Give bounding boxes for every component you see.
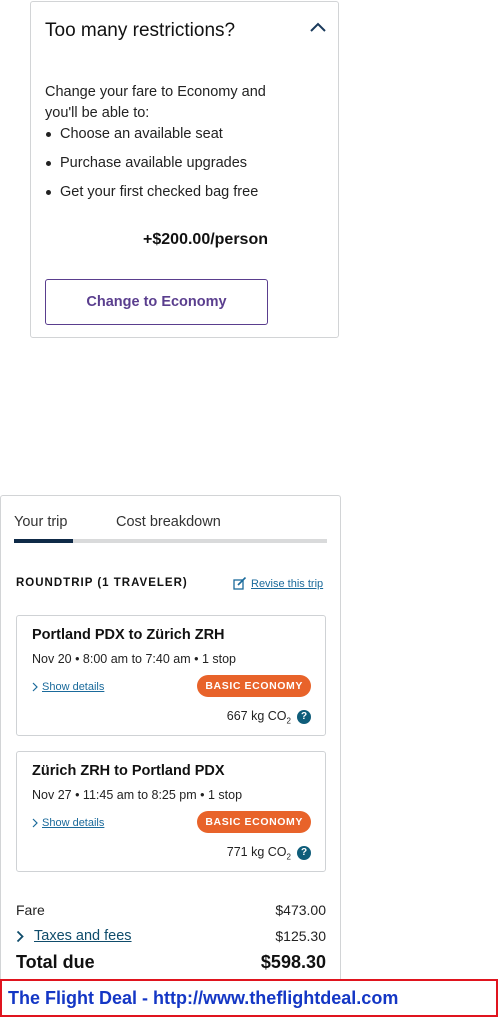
edit-icon — [233, 577, 247, 590]
co2-value: 771 kg CO2 — [226, 845, 291, 862]
chevron-right-icon — [32, 682, 38, 692]
show-details-label: Show details — [42, 681, 105, 693]
upsell-card: Too many restrictions? Change your fare … — [30, 1, 339, 338]
total-value: $598.30 — [260, 952, 326, 972]
benefit-text: Choose an available seat — [60, 126, 223, 142]
total-label: Total due — [16, 952, 95, 972]
fare-class-badge: BASIC ECONOMY — [197, 675, 311, 697]
fare-label: Fare — [16, 902, 45, 918]
flight-route: Zürich ZRH to Portland PDX — [32, 763, 225, 779]
co2-emissions: 771 kg CO2 ? — [227, 845, 311, 862]
taxes-value: $125.30 — [275, 928, 326, 944]
co2-value: 667 kg CO2 — [226, 709, 291, 726]
flight-route: Portland PDX to Zürich ZRH — [32, 627, 225, 643]
show-details-link[interactable]: Show details — [32, 817, 104, 829]
tab-cost-breakdown[interactable]: Cost breakdown — [116, 514, 221, 530]
benefit-text: Purchase available upgrades — [60, 155, 248, 171]
co2-emissions: 667 kg CO2 ? — [227, 709, 311, 726]
benefit-text: Get your first checked bag free — [60, 184, 259, 200]
taxes-label: Taxes and fees — [34, 928, 132, 944]
bullet-icon — [46, 190, 51, 195]
fare-value: $473.00 — [275, 902, 326, 918]
total-row: Total due $598.30 — [16, 952, 326, 973]
fare-row: Fare $473.00 — [16, 902, 326, 918]
upsell-title: Too many restrictions? — [45, 20, 236, 41]
show-details-label: Show details — [42, 817, 105, 829]
benefit-item: Choose an available seat — [45, 124, 258, 153]
flight-card-return: Zürich ZRH to Portland PDX Nov 27 • 11:4… — [16, 751, 326, 872]
flight-times: Nov 27 • 11:45 am to 8:25 pm • 1 stop — [32, 788, 243, 802]
flight-card-outbound: Portland PDX to Zürich ZRH Nov 20 • 8:00… — [16, 615, 326, 736]
chevron-right-icon — [16, 930, 24, 942]
upgrade-price: +$200.00/person — [143, 231, 268, 248]
taxes-row: Taxes and fees $125.30 — [16, 928, 326, 944]
chevron-right-icon — [32, 818, 38, 828]
tab-your-trip[interactable]: Your trip — [14, 514, 67, 530]
trip-summary-panel: Your trip Cost breakdown ROUNDTRIP (1 TR… — [0, 495, 341, 995]
trip-type-heading: ROUNDTRIP (1 TRAVELER) — [16, 577, 188, 589]
revise-trip-link[interactable]: Revise this trip — [233, 577, 323, 590]
benefit-item: Get your first checked bag free — [45, 182, 258, 211]
active-tab-indicator — [14, 539, 73, 543]
help-icon[interactable]: ? — [297, 710, 311, 725]
upsell-intro: Change your fare to Economy and you'll b… — [45, 84, 266, 121]
watermark-banner: The Flight Deal - http://www.theflightde… — [0, 979, 498, 1017]
show-details-link[interactable]: Show details — [32, 681, 104, 693]
chevron-up-icon[interactable] — [309, 20, 327, 34]
benefit-list: Choose an available seat Purchase availa… — [45, 124, 258, 211]
change-to-economy-button[interactable]: Change to Economy — [45, 279, 268, 325]
revise-trip-label: Revise this trip — [251, 577, 324, 590]
fare-class-badge: BASIC ECONOMY — [197, 811, 311, 833]
benefit-item: Purchase available upgrades — [45, 153, 258, 182]
help-icon[interactable]: ? — [297, 846, 311, 861]
bullet-icon — [46, 132, 51, 137]
flight-times: Nov 20 • 8:00 am to 7:40 am • 1 stop — [32, 652, 237, 666]
bullet-icon — [46, 161, 51, 166]
